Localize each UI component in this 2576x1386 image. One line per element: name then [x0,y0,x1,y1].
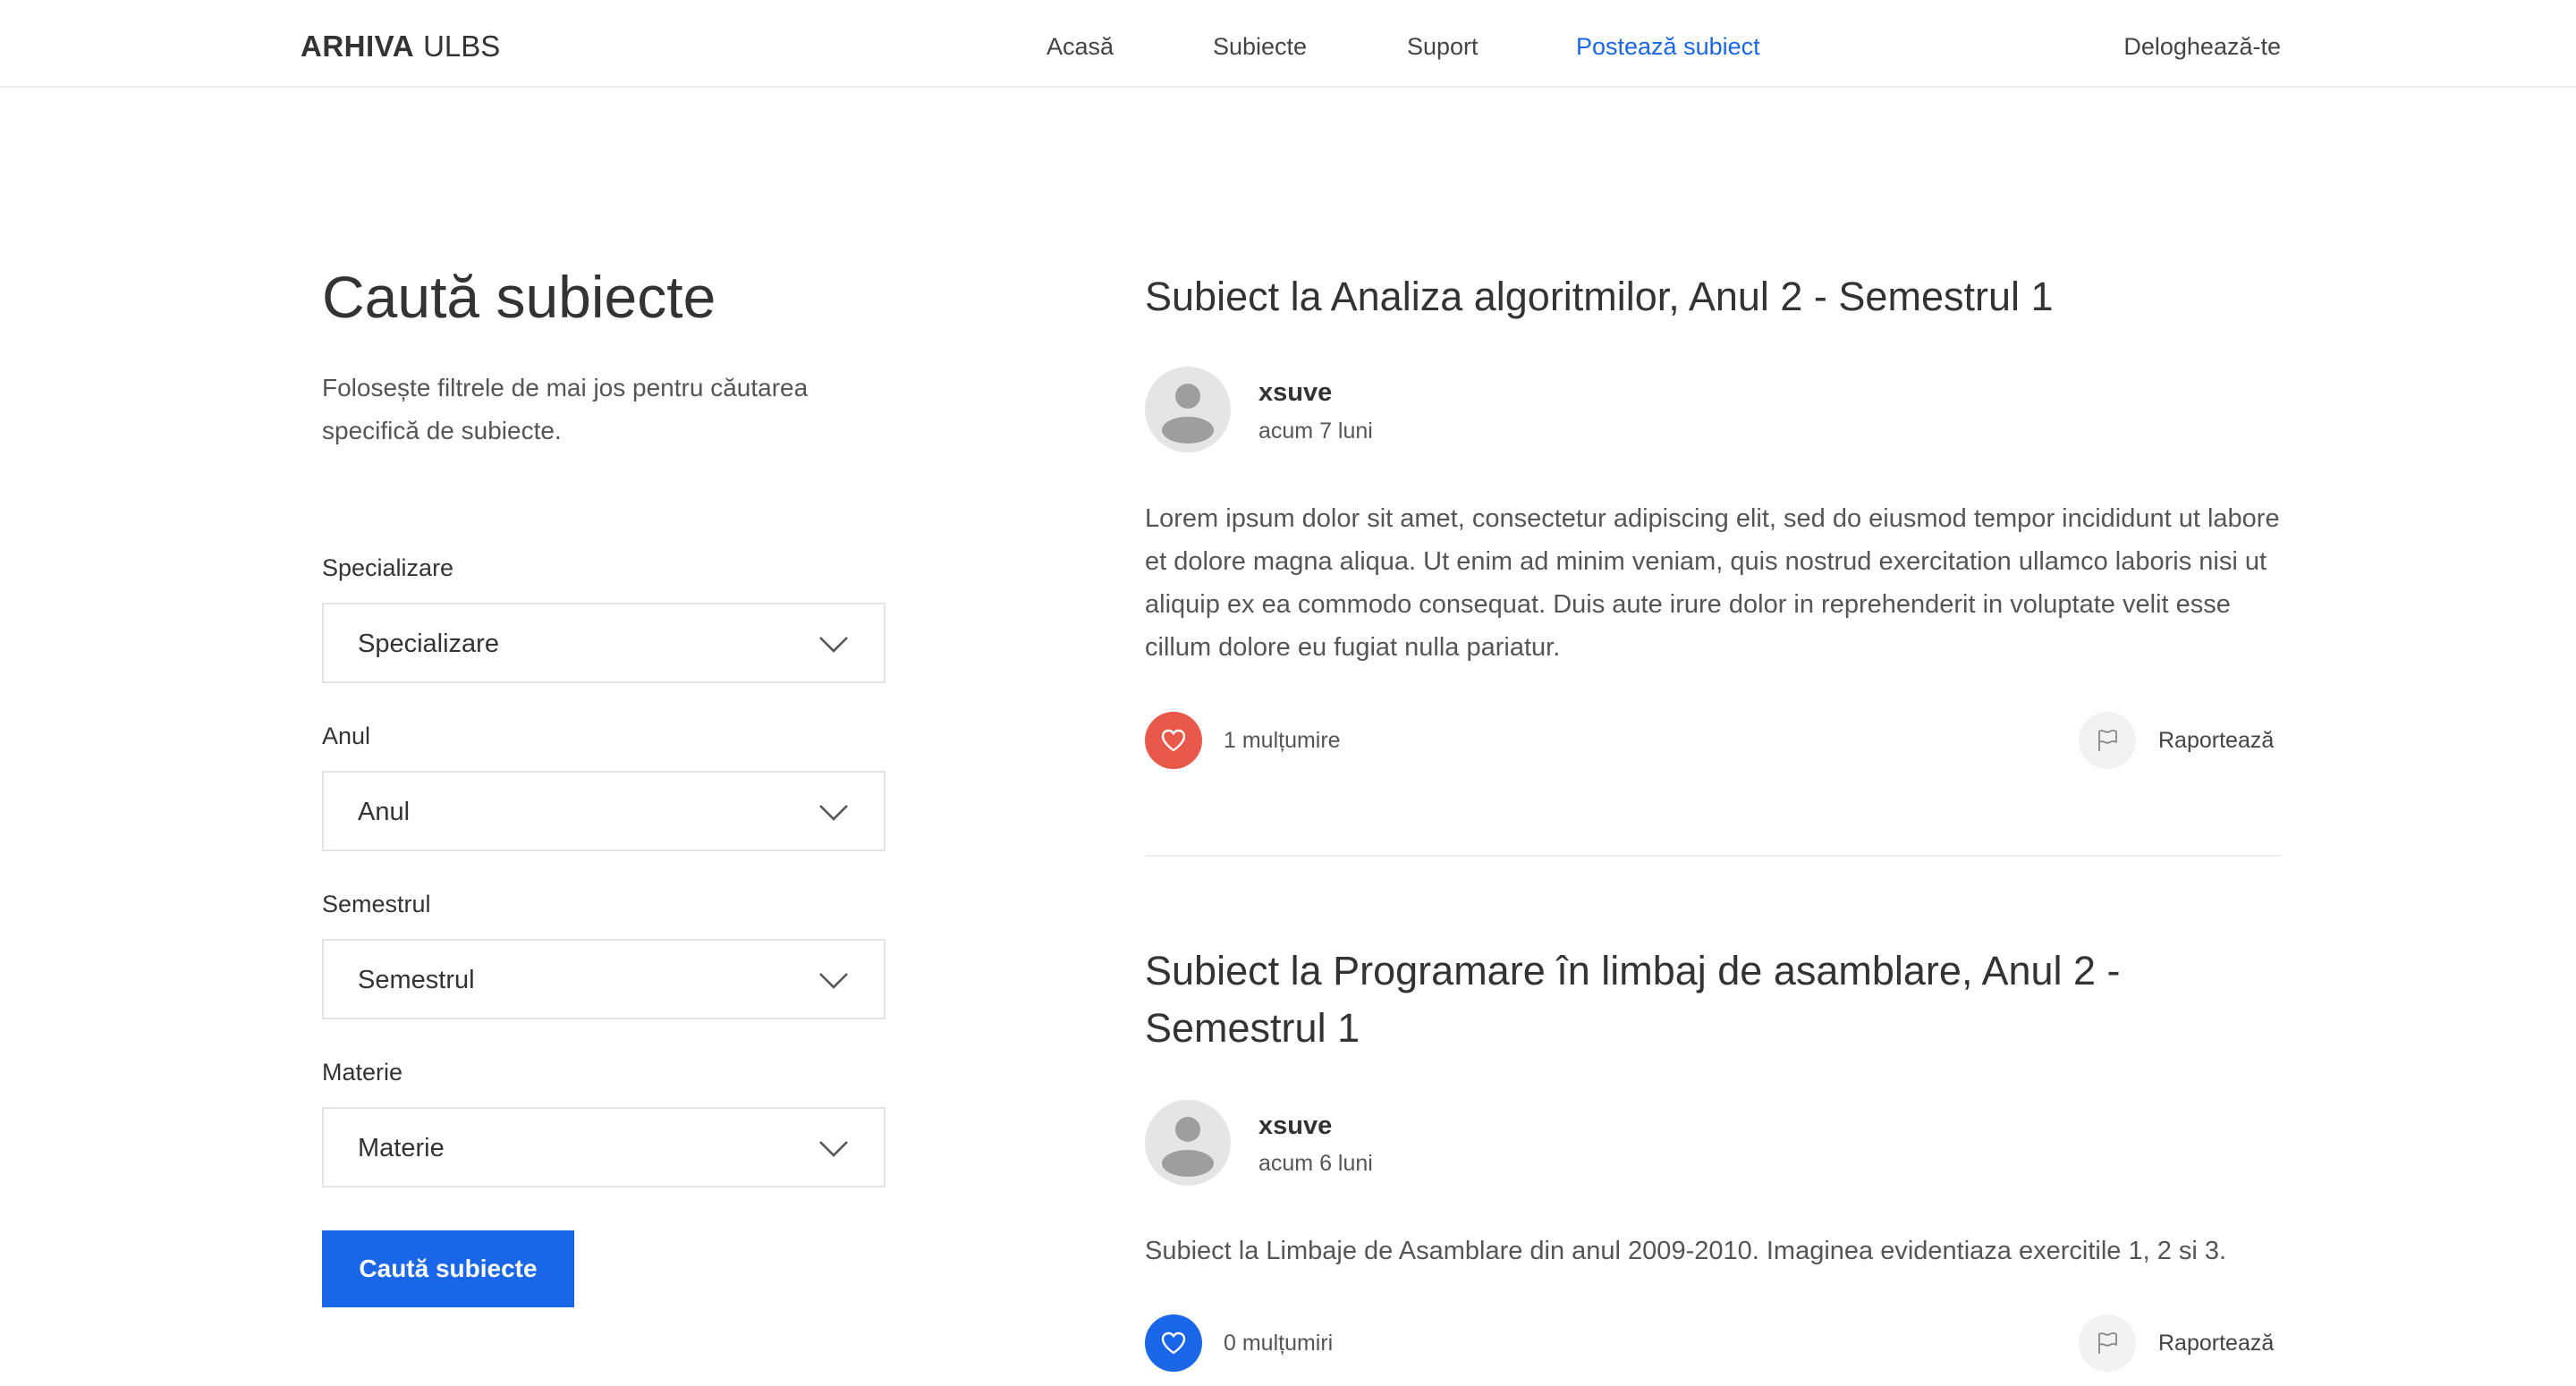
chevron-down-icon [819,805,848,821]
chevron-down-icon [819,637,848,653]
anul-select-value: Anul [358,798,411,826]
materie-select[interactable]: Materie [322,1107,886,1187]
semestrul-select-value: Semestrul [358,966,475,994]
semestrul-label: Semestrul [322,891,431,917]
like-button[interactable] [1145,712,1202,769]
page-title: Caută subiecte [322,264,716,330]
like-count: 1 mulțumire [1224,728,1341,753]
nav-link-posteaza-subiect[interactable]: Postează subiect [1576,30,1760,63]
post-time: acum 7 luni [1258,418,1373,444]
logout-link[interactable]: Deloghează-te [2123,30,2281,63]
heart-icon [1161,1331,1186,1355]
post-title[interactable]: Subiect la Analiza algoritmilor, Anul 2 … [1145,268,2281,325]
nav-link-suport[interactable]: Suport [1407,30,1479,63]
nav-link-acasa[interactable]: Acasă [1046,30,1114,63]
post-time: acum 6 luni [1258,1151,1373,1176]
nav-link-subiecte[interactable]: Subiecte [1213,30,1307,63]
chevron-down-icon [819,1141,848,1157]
search-filters-panel: Caută subiecte Folosește filtrele de mai… [322,259,894,452]
heart-icon [1161,729,1186,752]
like-button[interactable] [1145,1314,1202,1372]
materie-label: Materie [322,1059,403,1086]
flag-icon [2098,729,2117,751]
post-title[interactable]: Subiect la Programare în limbaj de asamb… [1145,942,2281,1057]
report-flag-button[interactable] [2079,712,2136,769]
report-link[interactable]: Raportează [2158,725,2274,756]
report-link[interactable]: Raportează [2158,1328,2274,1358]
user-icon [1162,1117,1214,1177]
semestrul-select[interactable]: Semestrul [322,939,886,1019]
like-count: 0 mulțumiri [1224,1331,1334,1356]
avatar [1145,1100,1231,1186]
post-author[interactable]: xsuve [1258,376,1332,409]
report-flag-button[interactable] [2079,1314,2136,1372]
post-divider [1145,855,2281,857]
search-subjects-button[interactable]: Caută subiecte [322,1230,574,1307]
chevron-down-icon [819,973,848,989]
top-navbar: ARHIVA ULBS Acasă Subiecte Suport Posteaz… [0,0,2576,88]
avatar [1145,367,1231,452]
page-description: Folosește filtrele de mai jos pentru cău… [322,374,809,444]
specializare-label: Specializare [322,554,454,581]
post-author[interactable]: xsuve [1258,1110,1332,1142]
anul-label: Anul [322,723,371,749]
anul-select[interactable]: Anul [322,771,886,851]
flag-icon [2098,1331,2117,1354]
user-icon [1162,384,1214,444]
post-body: Subiect la Limbaje de Asamblare din anul… [1145,1237,2227,1265]
specializare-select-value: Specializare [358,630,499,658]
materie-select-value: Materie [358,1134,445,1162]
post-body: Lorem ipsum dolor sit amet, consectetur … [1145,504,2280,662]
specializare-select[interactable]: Specializare [322,603,886,683]
